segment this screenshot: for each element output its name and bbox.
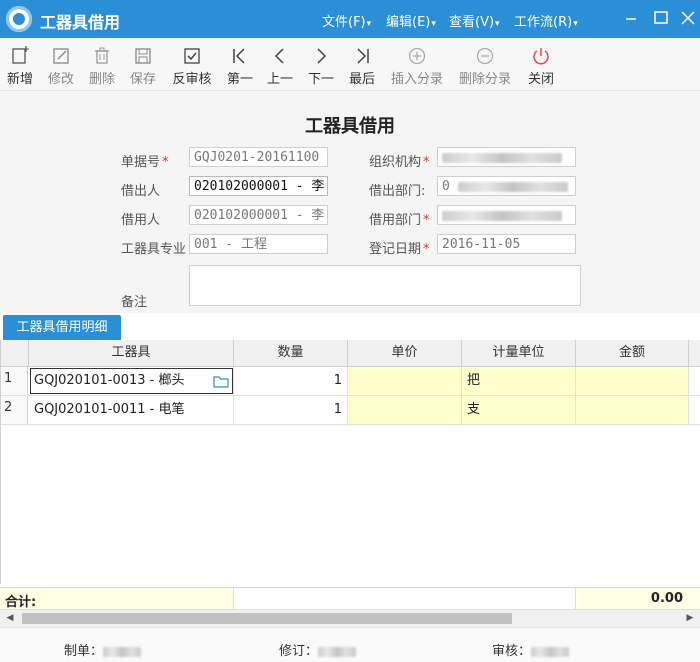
org-label: 组织机构 * [369,155,430,170]
add-icon [12,46,29,64]
last-icon [357,48,369,64]
scroll-left-icon[interactable]: ◀ [4,612,16,624]
total-label: 合计: [5,595,37,610]
price-cell[interactable] [348,367,462,395]
qty-cell[interactable]: 1 [234,396,348,424]
lender-label: 借出人 [121,184,161,199]
tool-cell[interactable]: GQJ020101-0011 - 电笔 [29,396,234,424]
plus-circle-icon [408,47,426,65]
borrower-label: 借用人 [121,213,161,228]
scroll-right-icon[interactable]: ▶ [684,612,696,624]
minimize-icon[interactable] [621,8,641,28]
form-title: 工器具借用 [305,116,395,137]
trash-icon [95,47,109,64]
col-header-qty[interactable]: 数量 [234,340,348,366]
amount-cell[interactable] [576,396,689,424]
col-header-price[interactable]: 单价 [348,340,462,366]
org-field[interactable] [437,147,576,167]
col-header-tool[interactable]: 工器具 [29,340,234,366]
reviser-info: 修订： [279,640,357,659]
reg-date-label: 登记日期 * [369,242,430,257]
grid-header: 工器具 数量 单价 计量单位 金额 [1,340,700,367]
horizontal-scrollbar[interactable]: ◀ ▶ [0,609,700,627]
borrower-field[interactable]: 020102000001 - 李 [189,205,328,225]
first-icon [233,48,245,64]
tool-cell[interactable]: GQJ020101-0013 - 榔头 [29,367,234,395]
detail-tabstrip: 工器具借用明细 [0,313,700,341]
specialty-field[interactable]: 001 - 工程 [189,234,328,254]
header-form: 工器具借用 单据号 * GQJ0201-20161100 组织机构 * 借出人 02… [0,91,700,313]
menu-file[interactable]: 文件(F)▾ [322,11,371,30]
reg-date-field[interactable]: 2016-11-05 [437,234,576,254]
chevron-left-icon [274,48,284,64]
auditor-info: 审核： [492,640,570,659]
scroll-thumb[interactable] [22,613,512,624]
lend-dept-field[interactable]: 0 [437,176,576,196]
chevron-right-icon [317,48,327,64]
last-record-button[interactable]: 最后 [347,38,377,90]
app-logo-icon [6,6,32,32]
delete-entry-button[interactable]: 删除分录 [457,38,513,90]
row-number: 2 [1,396,28,424]
col-header-unit[interactable]: 计量单位 [462,340,576,366]
totals-row: 合计: 0.00 [0,587,700,610]
table-row[interactable]: 1 GQJ020101-0013 - 榔头 1 把 [1,367,700,396]
lend-dept-label: 借出部门: [369,184,426,199]
qty-cell[interactable]: 1 [234,367,348,395]
save-icon [135,48,151,64]
borrow-dept-label: 借用部门 * [369,213,430,228]
unit-cell[interactable]: 支 [462,396,576,424]
power-icon [533,48,549,65]
add-button[interactable]: 新增 [4,38,36,90]
unaudit-button[interactable]: 反审核 [170,38,214,90]
totals-blank [233,588,575,610]
menu-workflow[interactable]: 工作流(R)▾ [514,11,578,30]
maximize-icon[interactable] [651,8,671,28]
window-title: 工器具借用 [40,13,121,32]
borrow-dept-field[interactable] [437,205,576,225]
maker-info: 制单： [64,640,142,659]
close-window-icon[interactable] [678,8,698,28]
unaudit-icon [184,48,200,64]
toolbar: 新增 修改 删除 保存 反审核 第一 上一 下一 最后 插入分录 删除分录 关闭 [0,38,700,91]
total-amount: 0.00 [650,591,683,606]
amount-cell[interactable] [576,367,689,395]
close-button[interactable]: 关闭 [525,38,557,90]
price-cell[interactable] [348,396,462,424]
edit-button[interactable]: 修改 [45,38,77,90]
row-number-header [1,340,29,366]
title-bar: 工器具借用 文件(F)▾ 编辑(E)▾ 查看(V)▾ 工作流(R)▾ [0,0,700,38]
row-number: 1 [1,367,28,395]
first-record-button[interactable]: 第一 [225,38,255,90]
col-header-amount[interactable]: 金额 [576,340,689,366]
next-record-button[interactable]: 下一 [306,38,336,90]
prev-record-button[interactable]: 上一 [265,38,295,90]
folder-icon[interactable] [213,374,229,388]
pencil-icon [53,48,69,64]
delete-button[interactable]: 删除 [86,38,118,90]
remark-label: 备注 [121,295,148,310]
insert-entry-button[interactable]: 插入分录 [389,38,445,90]
minus-circle-icon [476,47,494,65]
table-row[interactable]: 2 GQJ020101-0011 - 电笔 1 支 [1,396,700,425]
lender-field[interactable]: 020102000001 - 李 [189,176,328,196]
bill-no-field[interactable]: GQJ0201-20161100 [189,147,328,167]
unit-cell[interactable]: 把 [462,367,576,395]
remark-textarea[interactable] [189,265,581,306]
footer-bar: 制单： 修订： 审核： [0,627,700,662]
menu-view[interactable]: 查看(V)▾ [449,11,500,30]
bill-no-label: 单据号 * [121,155,169,170]
specialty-label: 工器具专业 [121,242,187,257]
save-button[interactable]: 保存 [127,38,159,90]
detail-grid: 工器具 数量 单价 计量单位 金额 1 GQJ020101-0013 - 榔头 … [0,340,700,584]
tab-borrow-detail[interactable]: 工器具借用明细 [3,315,121,340]
menu-edit[interactable]: 编辑(E)▾ [386,11,436,30]
